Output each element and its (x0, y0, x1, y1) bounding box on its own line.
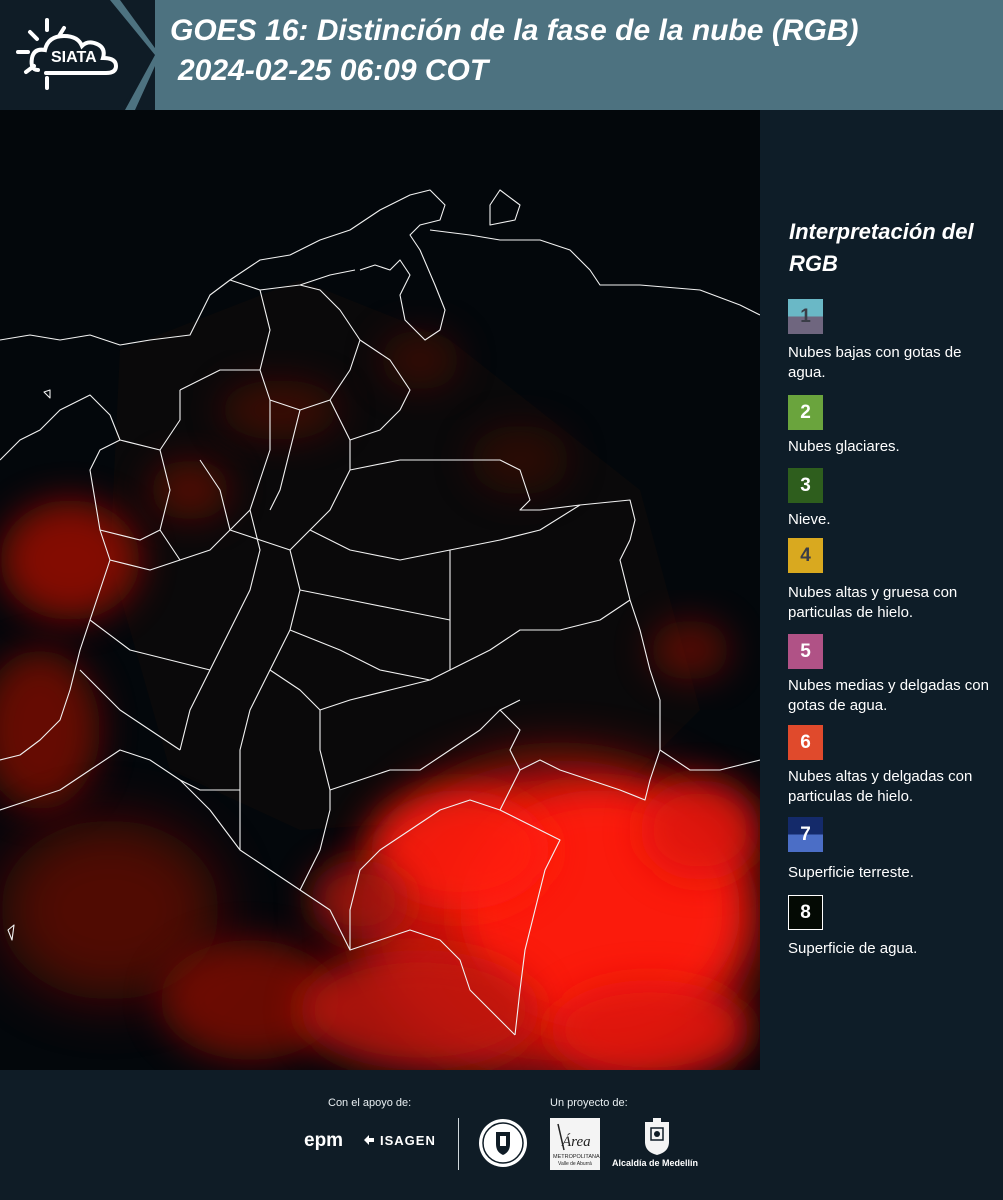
logo-text: SIATA (51, 49, 97, 66)
footer-divider (458, 1118, 459, 1170)
satellite-map[interactable] (0, 110, 760, 1070)
project-label: Un proyecto de: (550, 1097, 628, 1109)
siata-logo[interactable]: SIATA (0, 0, 155, 110)
legend-title: Interpretación del RGB (789, 219, 974, 276)
legend-label-6: Nubes altas y delgadas con particulas de… (788, 768, 973, 805)
page-title: GOES 16: Distinción de la fase de la nub… (170, 14, 859, 47)
area-metropolitana-logo-icon: Área METROPOLITANA Valle de Aburrá (553, 1123, 600, 1167)
siata-sun-cloud-logo-icon: SIATA (0, 0, 155, 110)
legend-label-4: Nubes altas y gruesa con particulas de h… (788, 584, 958, 621)
legend-swatch-5: 5 (788, 634, 823, 669)
legend-swatch-4: 4 (788, 538, 823, 573)
alcaldia-logo-text[interactable]: Alcaldía de Medellín (612, 1158, 698, 1168)
area-logo-text: Área (561, 1133, 591, 1150)
legend-label-3: Nieve. (788, 511, 831, 528)
area-logo-sub2: Valle de Aburrá (558, 1161, 592, 1167)
header-bar: SIATA GOES 16: Distinción de la fase de … (0, 0, 1003, 110)
page-timestamp: 2024-02-25 06:09 COT (178, 54, 489, 87)
legend-swatch-2: 2 (788, 395, 823, 430)
legend-swatch-7: 7 (788, 817, 823, 852)
legend-swatch-6: 6 (788, 725, 823, 760)
legend-label-1: Nubes bajas con gotas de agua. (788, 344, 962, 381)
legend-swatch-3: 3 (788, 468, 823, 503)
legend-label-8: Superficie de agua. (788, 940, 918, 957)
legend-swatch-8: 8 (788, 895, 823, 930)
area-logo-sub1: METROPOLITANA (553, 1154, 600, 1160)
area-metropolitana-logo[interactable]: Área METROPOLITANA Valle de Aburrá (550, 1118, 600, 1170)
isagen-logo-icon (364, 1135, 374, 1145)
legend-swatch-1: 1 (788, 299, 823, 334)
support-label: Con el apoyo de: (328, 1097, 412, 1109)
epm-logo[interactable]: epm (304, 1130, 343, 1152)
isagen-logo[interactable]: ISAGEN (380, 1133, 436, 1148)
university-seal-icon[interactable] (478, 1118, 528, 1168)
legend-label-5: Nubes medias y delgadas con gotas de agu… (788, 677, 989, 714)
legend-panel: Interpretación del RGB 1 Nubes bajas con… (760, 110, 1003, 1070)
legend-label-7: Superficie terreste. (788, 864, 914, 881)
footer: Con el apoyo de: Un proyecto de: epm ISA… (0, 1070, 1003, 1200)
page: SIATA GOES 16: Distinción de la fase de … (0, 0, 1003, 1200)
legend-label-2: Nubes glaciares. (788, 438, 900, 455)
alcaldia-crest-icon[interactable] (643, 1118, 671, 1156)
